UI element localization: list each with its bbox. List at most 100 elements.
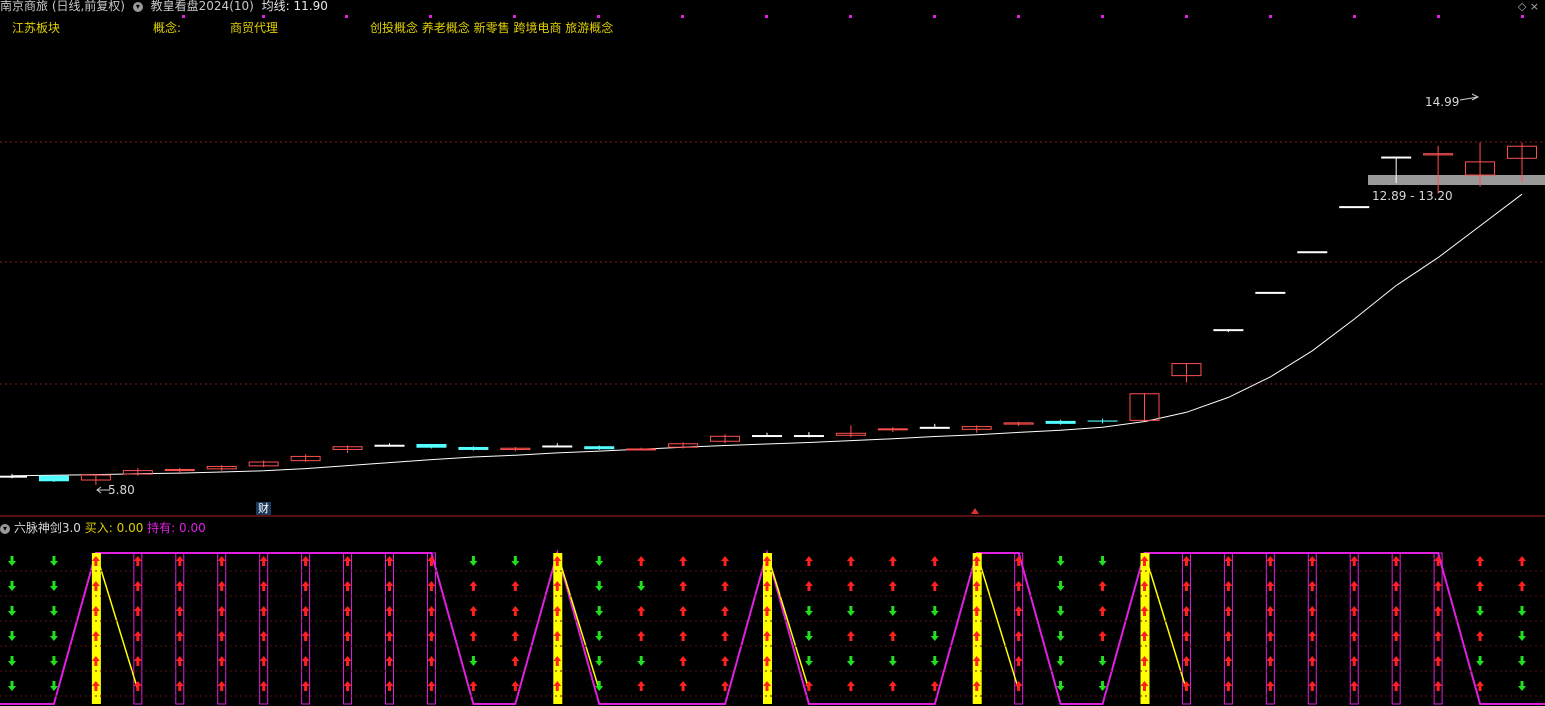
up-arrow-icon xyxy=(175,556,184,566)
down-arrow-icon xyxy=(804,631,813,641)
up-arrow-icon xyxy=(846,556,855,566)
down-arrow-icon xyxy=(595,581,604,591)
up-arrow-icon xyxy=(259,581,268,591)
up-arrow-icon xyxy=(1182,606,1191,616)
down-arrow-icon xyxy=(1056,606,1065,616)
up-arrow-icon xyxy=(385,606,394,616)
down-arrow-icon xyxy=(1056,581,1065,591)
down-arrow-icon xyxy=(888,656,897,666)
up-arrow-icon xyxy=(133,606,142,616)
down-arrow-icon xyxy=(49,681,58,691)
down-arrow-icon xyxy=(846,606,855,616)
up-arrow-icon xyxy=(1224,681,1233,691)
up-arrow-icon xyxy=(385,581,394,591)
up-arrow-icon xyxy=(1308,581,1317,591)
up-arrow-icon xyxy=(1098,581,1107,591)
up-arrow-icon xyxy=(930,681,939,691)
down-arrow-icon xyxy=(469,656,478,666)
up-arrow-icon xyxy=(679,606,688,616)
up-arrow-icon xyxy=(1224,581,1233,591)
down-arrow-icon xyxy=(8,606,16,616)
down-arrow-icon xyxy=(8,631,16,641)
up-arrow-icon xyxy=(1224,656,1233,666)
up-arrow-icon xyxy=(637,631,646,641)
range-band xyxy=(1368,175,1545,185)
marker-dot xyxy=(1353,15,1356,18)
up-arrow-icon xyxy=(1350,581,1359,591)
up-arrow-icon xyxy=(1392,606,1401,616)
candle-body xyxy=(919,426,950,429)
finance-badge[interactable]: 财 xyxy=(256,502,271,515)
up-arrow-icon xyxy=(427,606,436,616)
up-arrow-icon xyxy=(133,581,142,591)
down-arrow-icon xyxy=(8,656,16,666)
up-arrow-icon xyxy=(217,631,226,641)
up-arrow-icon xyxy=(1350,606,1359,616)
up-arrow-icon xyxy=(1434,681,1443,691)
down-arrow-icon xyxy=(1098,681,1107,691)
candle-body xyxy=(164,468,195,471)
down-arrow-icon xyxy=(511,556,520,566)
down-arrow-icon xyxy=(930,631,939,641)
down-arrow-icon xyxy=(888,606,897,616)
up-arrow-icon xyxy=(1266,656,1275,666)
up-arrow-icon xyxy=(175,656,184,666)
up-arrow-icon xyxy=(1392,681,1401,691)
up-arrow-icon xyxy=(1476,631,1485,641)
up-arrow-icon xyxy=(1308,606,1317,616)
up-arrow-icon xyxy=(1014,606,1023,616)
buy-slope xyxy=(766,552,810,691)
up-arrow-icon xyxy=(511,631,520,641)
up-arrow-icon xyxy=(1014,656,1023,666)
marker-dot xyxy=(681,15,684,18)
up-arrow-icon xyxy=(343,656,352,666)
down-arrow-icon xyxy=(49,606,58,616)
up-arrow-icon xyxy=(427,631,436,641)
up-arrow-icon xyxy=(888,631,897,641)
up-arrow-icon xyxy=(259,556,268,566)
up-arrow-icon xyxy=(511,656,520,666)
down-arrow-icon xyxy=(1098,656,1107,666)
candle-body xyxy=(374,444,405,447)
up-arrow-icon xyxy=(175,631,184,641)
chevron-down-icon[interactable]: ▾ xyxy=(0,523,10,534)
up-arrow-icon xyxy=(301,656,310,666)
up-arrow-icon xyxy=(637,556,646,566)
up-arrow-icon xyxy=(679,656,688,666)
down-arrow-icon xyxy=(595,556,604,566)
up-arrow-icon xyxy=(1392,556,1401,566)
buy-bar xyxy=(553,553,563,704)
down-arrow-icon xyxy=(8,681,16,691)
candle-body xyxy=(793,435,824,438)
up-arrow-icon xyxy=(1266,681,1275,691)
down-arrow-icon xyxy=(595,656,604,666)
up-arrow-icon xyxy=(1392,656,1401,666)
up-arrow-icon xyxy=(469,581,478,591)
marker-dot xyxy=(1185,15,1188,18)
up-arrow-icon xyxy=(301,581,310,591)
up-arrow-icon xyxy=(721,581,730,591)
buy-label: 买入: xyxy=(84,521,113,535)
marker-dot xyxy=(1017,15,1020,18)
candle-body xyxy=(1255,291,1286,294)
buy-bar xyxy=(1140,553,1150,704)
up-arrow-icon xyxy=(427,681,436,691)
up-arrow-icon xyxy=(846,581,855,591)
low-price-label: 5.80 xyxy=(108,483,135,497)
marker-dot xyxy=(1521,15,1524,18)
down-arrow-icon xyxy=(1476,656,1485,666)
up-arrow-icon xyxy=(469,631,478,641)
up-arrow-icon xyxy=(217,656,226,666)
marker-dot xyxy=(182,15,185,18)
down-arrow-icon xyxy=(1056,656,1065,666)
up-arrow-icon xyxy=(1308,631,1317,641)
up-arrow-icon xyxy=(846,631,855,641)
sub-indicator-name[interactable]: 六脉神剑3.0 xyxy=(14,521,81,535)
marker-dot xyxy=(429,15,432,18)
up-arrow-icon xyxy=(1476,681,1485,691)
down-arrow-icon xyxy=(1476,606,1485,616)
candle-body xyxy=(0,475,27,478)
hold-label: 持有: xyxy=(147,521,176,535)
price-chart[interactable] xyxy=(0,0,1545,706)
candle-body xyxy=(458,446,489,450)
